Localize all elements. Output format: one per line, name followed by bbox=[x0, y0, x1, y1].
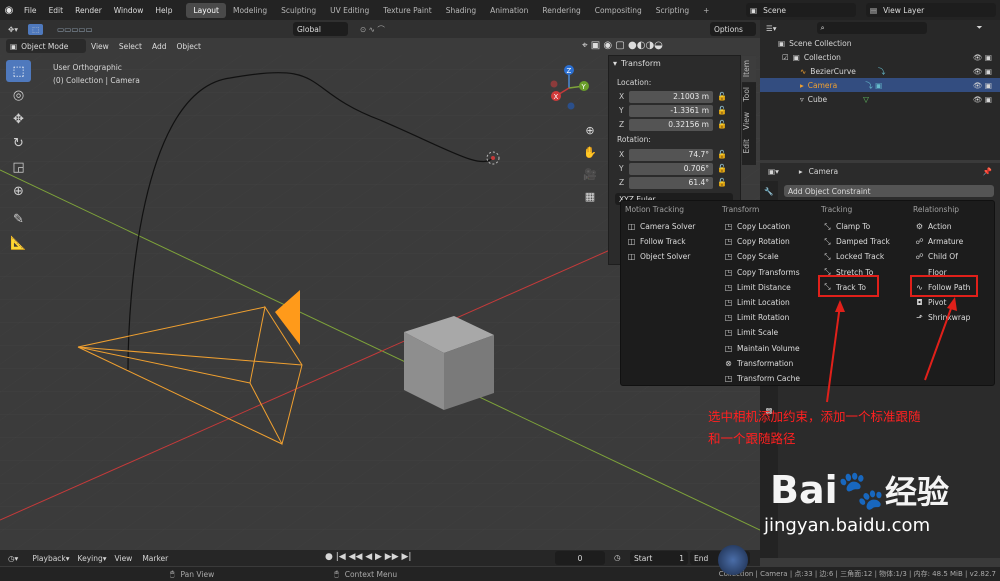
playback-controls-icon[interactable]: ● |◀ ◀◀ ◀ ▶ ▶▶ ▶| bbox=[325, 552, 411, 562]
menu-playback[interactable]: Playback bbox=[32, 554, 65, 563]
mouse-right-icon: 🖱 bbox=[334, 569, 339, 578]
mouse-middle-icon: 🖱 bbox=[170, 569, 175, 578]
dropdown-arrow-icon: ▾ bbox=[102, 553, 107, 563]
menu-timeline-view[interactable]: View bbox=[115, 554, 133, 563]
timeline-type-icon[interactable]: ◷▾ bbox=[8, 554, 18, 563]
baidu-watermark: Bai🐾经验 jingyan.baidu.com bbox=[764, 468, 998, 568]
paw-icon: 🐾 bbox=[837, 468, 885, 512]
watermark-brand-b: 经验 bbox=[884, 473, 949, 511]
avatar bbox=[718, 545, 748, 575]
watermark-brand-a: Bai bbox=[770, 468, 838, 512]
watermark-url: jingyan.baidu.com bbox=[764, 515, 931, 536]
dropdown-arrow-icon: ▾ bbox=[65, 553, 70, 563]
start-label: Start bbox=[634, 553, 653, 563]
end-label: End bbox=[694, 553, 709, 563]
status-stats: Collection | Camera | 点:33 | 边:6 | 三角面:1… bbox=[718, 570, 996, 578]
status-pan: Pan View bbox=[180, 569, 215, 579]
status-bar: 🖱 Pan View 🖱 Context Menu Collection | C… bbox=[0, 567, 1000, 581]
timeline: ◷▾ Playback ▾ Keying ▾ View Marker ● |◀ … bbox=[0, 550, 760, 566]
current-frame-field[interactable]: 0 bbox=[555, 551, 605, 565]
annotation-line1: 选中相机添加约束，添加一个标准跟随 bbox=[708, 409, 921, 424]
menu-marker[interactable]: Marker bbox=[142, 554, 168, 563]
start-value: 1 bbox=[679, 553, 684, 563]
annotation-line2: 和一个跟随路径 bbox=[708, 431, 796, 446]
annotation-text: 选中相机添加约束，添加一个标准跟随 和一个跟随路径 bbox=[708, 406, 921, 450]
clock-icon[interactable]: ◷ bbox=[614, 553, 621, 562]
start-frame-field[interactable]: Start 1 bbox=[630, 551, 688, 565]
current-frame-value: 0 bbox=[577, 553, 583, 563]
menu-keying[interactable]: Keying bbox=[78, 554, 103, 563]
status-context: Context Menu bbox=[344, 569, 398, 579]
